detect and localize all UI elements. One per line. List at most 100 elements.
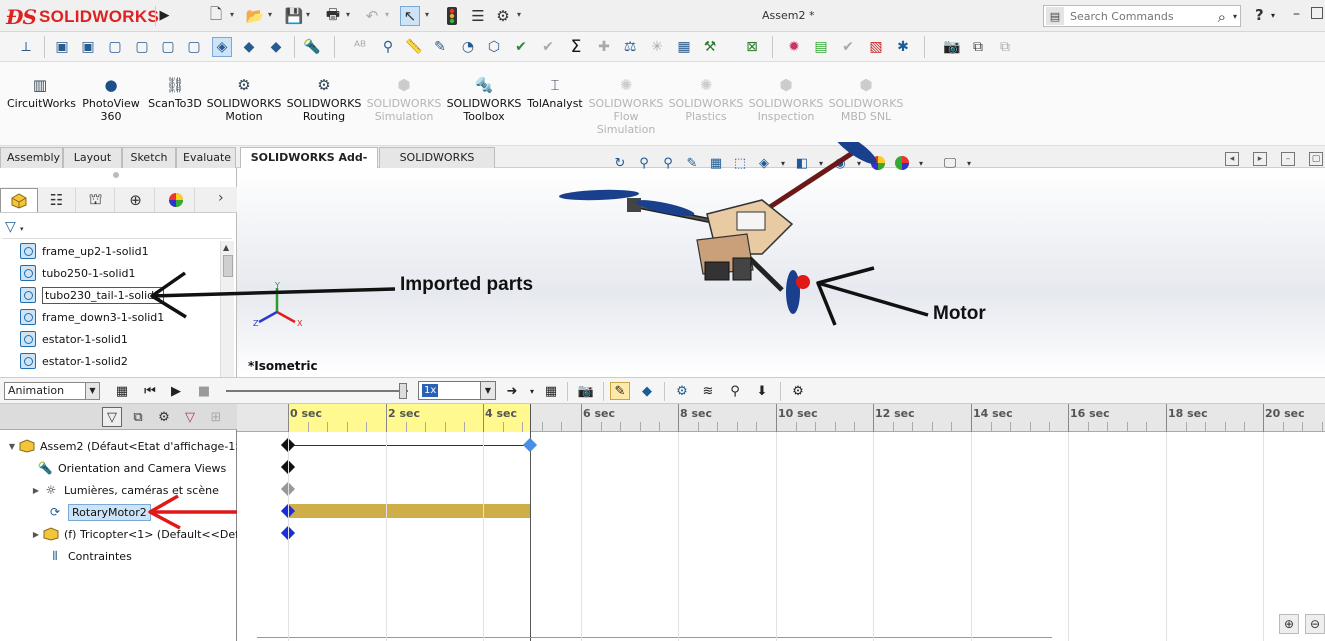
help-dropdown-icon[interactable]: ▾ <box>1271 11 1275 20</box>
solidworks-toolbox-button[interactable]: 🔩 SOLIDWORKS Toolbox <box>446 76 522 123</box>
list-item[interactable]: tubo250-1-solid1 <box>20 263 135 283</box>
graphics-viewport[interactable]: ↻ ⚲ ⚲ ✎ ▦ ⬚ ◈ ▾ ◧ ▾ ◉ ▾ ▾ 🖵 ▾ ◂ ▸ – <box>237 142 1325 377</box>
open-icon[interactable]: 📂 <box>245 6 265 26</box>
xpress-icon[interactable]: ✱ <box>893 37 913 57</box>
tolanalyst-button[interactable]: ⌶ TolAnalyst <box>526 76 584 110</box>
mbd-snl-button[interactable]: ⬢ SOLIDWORKS MBD SNL <box>828 76 904 123</box>
motion-study-properties-icon[interactable]: ⚙ <box>788 382 808 400</box>
save-icon[interactable]: 💾 <box>284 6 304 26</box>
find-replace-icon[interactable]: ⚲ <box>378 37 398 57</box>
search-input[interactable] <box>1070 9 1210 23</box>
viewport-restore-button[interactable]: ◂ <box>1225 152 1239 166</box>
tree-filter[interactable]: ▽ ▾ <box>2 217 232 239</box>
evaluate-icon[interactable]: ▦ <box>674 37 694 57</box>
back-view-icon[interactable]: ▣ <box>78 37 98 57</box>
solidworks-motion-button[interactable]: ⚙ SOLIDWORKS Motion <box>206 76 282 123</box>
scanto3d-button[interactable]: ⛓ ScanTo3D <box>146 76 204 110</box>
chevron-down-icon[interactable]: ▼ <box>480 382 495 399</box>
pane-grip[interactable] <box>113 172 119 178</box>
rotary-motor-bar[interactable] <box>288 504 530 518</box>
apply-scene-dropdown-icon[interactable]: ▾ <box>916 153 926 173</box>
play-icon[interactable]: ▶ <box>166 382 186 400</box>
tab-solidworks-mbd[interactable]: SOLIDWORKS MBD <box>379 147 495 183</box>
add-key-icon[interactable]: ◆ <box>637 382 657 400</box>
measure-icon[interactable]: 📏 <box>404 37 424 57</box>
solidworks-routing-button[interactable]: ⚙ SOLIDWORKS Routing <box>286 76 362 123</box>
expand-icon[interactable]: ▶ <box>30 530 42 539</box>
tab-assembly[interactable]: Assembly <box>0 147 63 168</box>
mass-properties-icon[interactable]: ⚖ <box>620 37 640 57</box>
check-disabled-icon[interactable]: ✔ <box>538 37 558 57</box>
configuration-manager-icon[interactable]: ⛫ <box>77 188 115 212</box>
dimetric-view-icon[interactable]: ◆ <box>266 37 286 57</box>
flow-xpress-icon[interactable]: ✹ <box>784 37 804 57</box>
zoom-in-icon[interactable]: ⊕ <box>1279 614 1299 634</box>
tab-sketch[interactable]: Sketch <box>122 147 176 168</box>
maximize-button[interactable] <box>1311 7 1323 19</box>
autokey-icon[interactable]: ✎ <box>610 382 630 400</box>
tree-node-rotary-motor[interactable]: ⟳ RotaryMotor2 <box>46 502 151 522</box>
rebuild-traffic-light-icon[interactable] <box>442 6 462 26</box>
help-button[interactable]: ? <box>1255 6 1264 24</box>
front-view-icon[interactable]: ▣ <box>52 37 72 57</box>
print-icon[interactable]: 🖶 <box>323 5 343 26</box>
scroll-up-icon[interactable]: ▲ <box>223 243 229 252</box>
solidworks-logo[interactable]: ƉS SOLIDWORKS <box>6 5 159 29</box>
undo-icon[interactable]: ↶ <box>362 6 382 26</box>
section-icon[interactable]: ✳ <box>647 37 667 57</box>
motor-icon[interactable]: ⚙ <box>672 382 692 400</box>
performance-icon[interactable]: ◔ <box>458 37 478 57</box>
timeline-scrollbar[interactable] <box>257 637 1052 638</box>
save-dropdown-icon[interactable]: ▾ <box>306 10 310 19</box>
bottom-view-icon[interactable]: ▢ <box>184 37 204 57</box>
collapse-tree-icon[interactable]: ⊞ <box>206 407 226 427</box>
view-settings-icon[interactable]: 🖵 <box>940 153 960 173</box>
featuremanager-tree-icon[interactable] <box>0 188 38 212</box>
minimize-button[interactable]: – <box>1293 6 1300 22</box>
excel-export-icon[interactable]: ⊠ <box>742 37 762 57</box>
check-icon[interactable]: ✔ <box>511 37 531 57</box>
display-manager-icon[interactable] <box>157 188 195 212</box>
gravity-icon[interactable]: ⬇ <box>752 382 772 400</box>
playback-speed-select[interactable]: 1x ▼ <box>418 381 496 400</box>
zoom-out-icon[interactable]: ⊖ <box>1305 614 1325 634</box>
animation-wizard-icon[interactable]: 📷 <box>576 382 596 400</box>
viewport-tile-button[interactable]: ▸ <box>1253 152 1267 166</box>
play-from-start-icon[interactable]: ⏮ <box>140 382 160 400</box>
save-animation-icon[interactable]: ▦ <box>541 382 561 400</box>
tab-solidworks-add-ins[interactable]: SOLIDWORKS Add-Ins <box>240 147 378 183</box>
dimxpert-manager-icon[interactable]: ⊕ <box>117 188 155 212</box>
view-settings-dropdown-icon[interactable]: ▾ <box>964 153 974 173</box>
filter-dropdown-icon[interactable]: ▾ <box>20 225 24 233</box>
scroll-thumb[interactable] <box>223 255 233 277</box>
contact-icon[interactable]: ⚲ <box>725 382 745 400</box>
new-document-icon[interactable]: 🗋 <box>206 5 226 26</box>
tree-node-tricopter[interactable]: ▶ (f) Tricopter<1> (Default<<Defa <box>30 524 246 544</box>
property-manager-icon[interactable]: ☷ <box>38 188 76 212</box>
tree-node-orientation[interactable]: 🔦 Orientation and Camera Views <box>36 458 227 478</box>
tree-node-assem2[interactable]: ▼ Assem2 (Défaut<Etat d'affichage-1> <box>6 436 245 456</box>
left-view-icon[interactable]: ▢ <box>105 37 125 57</box>
filter-driving-icon[interactable]: ⧉ <box>128 407 148 427</box>
record-video-icon[interactable]: ⧉ <box>995 37 1015 57</box>
filter-animated-icon[interactable]: ▽ <box>102 407 122 427</box>
filter-results-icon[interactable]: ▽ <box>180 407 200 427</box>
chevron-down-icon[interactable]: ▼ <box>85 383 99 399</box>
list-item[interactable]: estator-1-solid1 <box>20 329 128 349</box>
solidworks-simulation-button[interactable]: ⬢ SOLIDWORKS Simulation <box>366 76 442 123</box>
markup-icon[interactable]: ✎ <box>430 37 450 57</box>
tab-evaluate[interactable]: Evaluate <box>176 147 236 168</box>
file-properties-icon[interactable]: ☰ <box>468 6 488 26</box>
menu-expand-button[interactable]: ▶ <box>155 6 173 26</box>
slider-thumb[interactable] <box>399 383 407 399</box>
spring-icon[interactable]: ≋ <box>698 382 718 400</box>
photoview-button[interactable]: ● PhotoView 360 <box>80 76 142 123</box>
undo-dropdown-icon[interactable]: ▾ <box>385 10 389 19</box>
filter-selected-icon[interactable]: ⚙ <box>154 407 174 427</box>
compare-icon[interactable]: ⚒ <box>700 37 720 57</box>
filter-icon[interactable]: ▽ <box>5 219 16 235</box>
arrow-right-icon[interactable]: ➜ <box>502 382 522 400</box>
keyframe[interactable] <box>522 437 538 453</box>
circuitworks-button[interactable]: ▥ CircuitWorks <box>7 76 76 110</box>
search-dropdown-icon[interactable]: ▾ <box>1233 12 1237 21</box>
